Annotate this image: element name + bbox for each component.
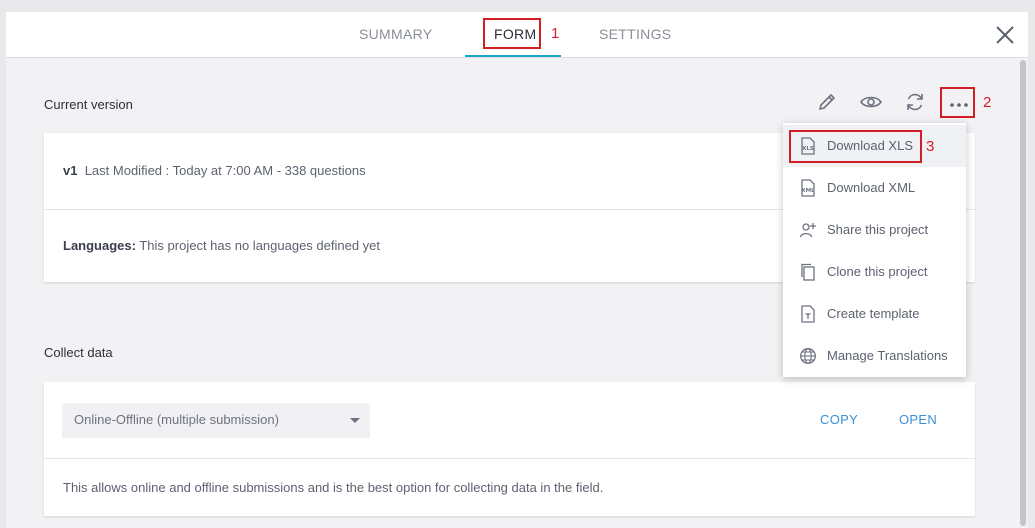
callout-box-more bbox=[940, 87, 975, 118]
version-info: v1 Last Modified : Today at 7:00 AM - 33… bbox=[63, 163, 366, 178]
collect-method-select[interactable]: Online-Offline (multiple submission) bbox=[62, 403, 370, 437]
current-version-title: Current version bbox=[44, 97, 133, 112]
close-icon[interactable] bbox=[994, 24, 1016, 46]
clone-icon bbox=[801, 263, 815, 281]
version-number: v1 bbox=[63, 163, 78, 178]
tab-settings[interactable]: SETTINGS bbox=[599, 12, 671, 58]
copy-button[interactable]: COPY bbox=[820, 412, 858, 427]
callout-box-download-xls bbox=[789, 130, 922, 163]
menu-item-create-template[interactable]: Create template bbox=[783, 293, 966, 335]
globe-icon bbox=[800, 348, 816, 364]
languages-label: Languages: bbox=[63, 238, 136, 253]
last-modified-text: Last Modified : Today at 7:00 AM - 338 q… bbox=[84, 163, 366, 178]
template-icon bbox=[801, 305, 815, 323]
menu-item-download-xml[interactable]: XML Download XML bbox=[783, 167, 966, 209]
collect-data-title: Collect data bbox=[44, 345, 113, 360]
select-value: Online-Offline (multiple submission) bbox=[74, 412, 279, 427]
add-user-icon bbox=[799, 223, 816, 238]
collect-description: This allows online and offline submissio… bbox=[63, 480, 604, 495]
menu-item-clone-project[interactable]: Clone this project bbox=[783, 251, 966, 293]
callout-number-2: 2 bbox=[983, 94, 992, 111]
active-tab-indicator bbox=[465, 55, 561, 57]
menu-item-label: Download XML bbox=[827, 180, 916, 195]
svg-text:XML: XML bbox=[801, 188, 815, 194]
menu-item-label: Manage Translations bbox=[827, 348, 948, 363]
refresh-icon[interactable] bbox=[903, 90, 927, 114]
eye-icon[interactable] bbox=[859, 90, 883, 114]
project-window: SUMMARY FORM SETTINGS 1 Current version … bbox=[6, 12, 1028, 528]
card-divider bbox=[44, 458, 975, 459]
tab-summary[interactable]: SUMMARY bbox=[359, 12, 432, 58]
open-button[interactable]: OPEN bbox=[899, 412, 937, 427]
caret-down-icon bbox=[350, 418, 360, 423]
menu-item-share-project[interactable]: Share this project bbox=[783, 209, 966, 251]
callout-box-form bbox=[483, 18, 541, 49]
languages-text: This project has no languages defined ye… bbox=[139, 238, 381, 253]
menu-item-label: Clone this project bbox=[827, 264, 928, 279]
menu-item-manage-translations[interactable]: Manage Translations bbox=[783, 335, 966, 377]
scrollbar-thumb[interactable] bbox=[1020, 60, 1026, 526]
vertical-scrollbar[interactable] bbox=[1018, 58, 1028, 528]
xml-file-icon: XML bbox=[801, 179, 815, 197]
callout-number-3: 3 bbox=[926, 138, 935, 155]
pencil-icon[interactable] bbox=[815, 90, 839, 114]
callout-number-1: 1 bbox=[551, 25, 560, 42]
languages-info: Languages: This project has no languages… bbox=[63, 238, 380, 253]
menu-item-label: Share this project bbox=[827, 222, 929, 237]
menu-item-label: Create template bbox=[827, 306, 920, 321]
